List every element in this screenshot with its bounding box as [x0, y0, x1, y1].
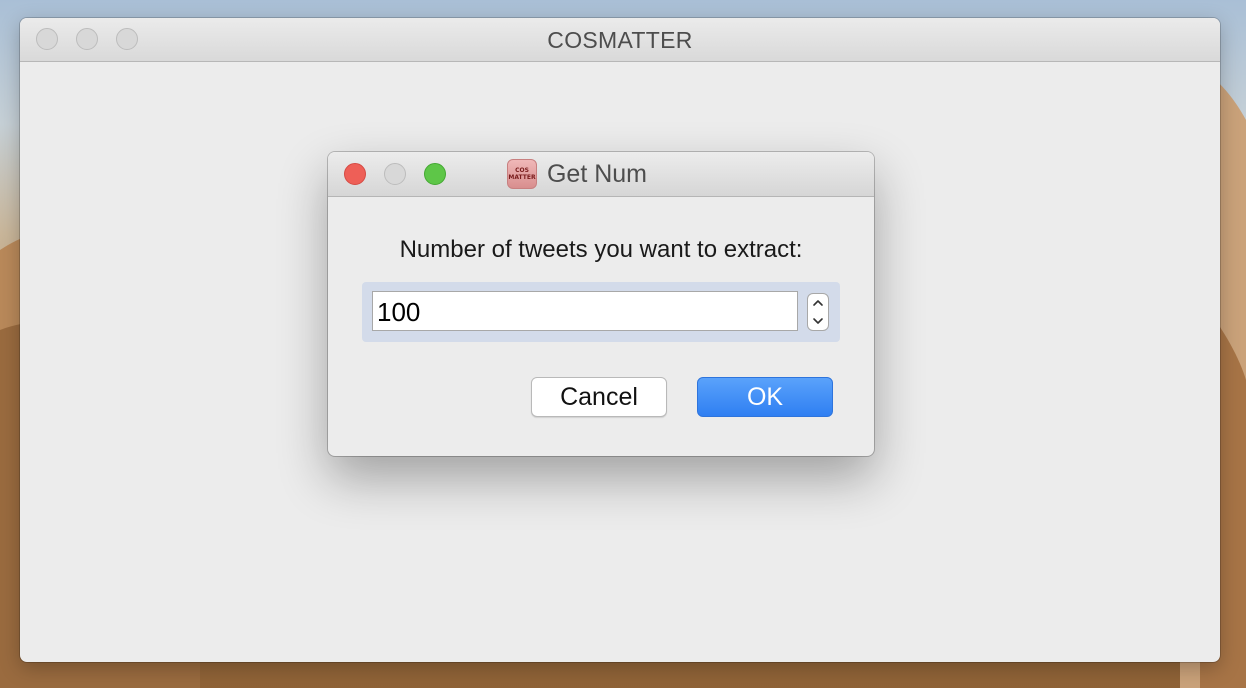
cancel-button[interactable]: Cancel: [531, 377, 667, 417]
get-num-dialog: COS MATTER Get Num Number of tweets you …: [328, 152, 874, 456]
main-titlebar: COSMATTER: [20, 18, 1220, 62]
dialog-titlebar: COS MATTER Get Num: [328, 152, 874, 197]
chevron-down-icon: [813, 318, 823, 324]
dialog-title: Get Num: [546, 159, 648, 188]
chevron-up-icon: [813, 300, 823, 306]
tweet-count-input[interactable]: [372, 291, 798, 331]
spinbox-focus-ring: [362, 282, 840, 342]
stepper-up-arrow[interactable]: [808, 294, 828, 312]
dialog-title-group: COS MATTER Get Num: [328, 152, 874, 196]
stepper-down-arrow[interactable]: [808, 312, 828, 330]
prompt-label: Number of tweets you want to extract:: [399, 236, 803, 263]
spinbox-stepper[interactable]: [807, 293, 829, 331]
main-window-title: COSMATTER: [547, 27, 693, 53]
app-icon-text-top: COS: [515, 167, 529, 174]
app-icon: COS MATTER: [506, 159, 537, 189]
ok-button[interactable]: OK: [697, 377, 833, 417]
app-icon-text-bottom: MATTER: [508, 174, 536, 181]
